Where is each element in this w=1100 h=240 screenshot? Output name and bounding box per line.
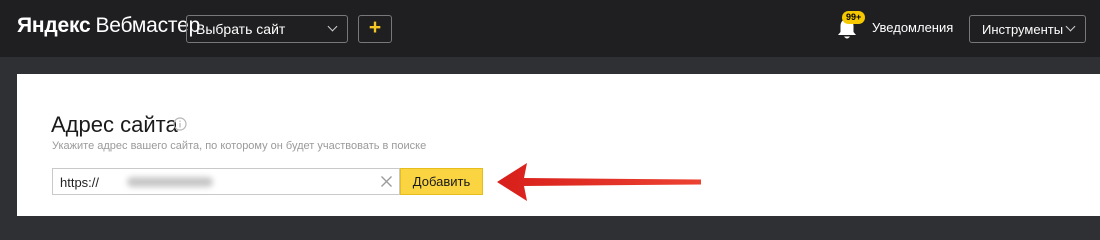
- info-icon[interactable]: [173, 117, 187, 131]
- site-url-input[interactable]: https://: [52, 168, 400, 195]
- logo-product: Вебмастер: [95, 14, 201, 37]
- tools-label: Инструменты: [982, 22, 1064, 37]
- close-icon[interactable]: [380, 175, 393, 188]
- top-header: Яндекс Вебмастер Выбрать сайт + 99+ Уведо…: [0, 0, 1100, 57]
- chevron-down-icon: [1065, 21, 1076, 32]
- annotation-arrow: [497, 163, 701, 201]
- logo[interactable]: Яндекс Вебмастер: [17, 14, 200, 38]
- site-url-value: https://: [60, 175, 100, 190]
- add-button[interactable]: Добавить: [400, 168, 483, 195]
- hint-text: Укажите адрес вашего сайта, по которому …: [52, 140, 427, 152]
- chevron-down-icon: [327, 21, 338, 32]
- logo-brand: Яндекс: [17, 14, 91, 37]
- notifications-badge: 99+: [842, 11, 866, 24]
- page-title: Адрес сайта: [51, 112, 178, 137]
- site-select-label: Выбрать сайт: [196, 21, 286, 37]
- tools-dropdown[interactable]: Инструменты: [969, 15, 1086, 43]
- site-select-dropdown[interactable]: Выбрать сайт: [186, 15, 348, 43]
- add-site-button[interactable]: +: [358, 15, 392, 43]
- notifications-link[interactable]: Уведомления: [872, 20, 953, 35]
- redacted-url-blur: [127, 177, 213, 187]
